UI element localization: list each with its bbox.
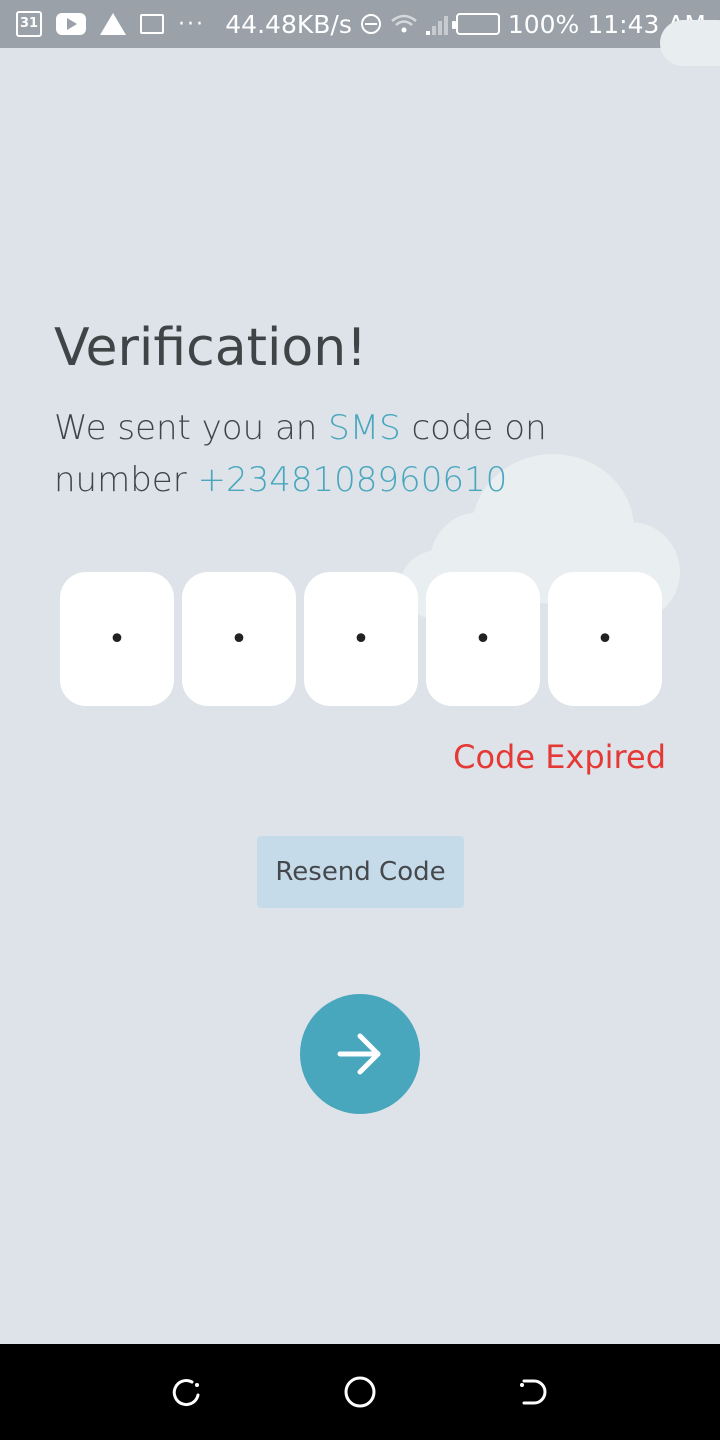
signal-icon <box>425 13 448 35</box>
sms-highlight: SMS <box>328 408 401 448</box>
status-bar-system: 44.48KB/s 100% 11:43 AM <box>225 10 706 39</box>
code-digit-4[interactable] <box>426 572 540 706</box>
phone-number: +2348108960610 <box>197 460 508 500</box>
cast-icon <box>140 14 164 34</box>
recent-apps-icon <box>172 1379 200 1407</box>
arrow-right-icon <box>337 1033 381 1075</box>
warning-icon <box>100 13 126 35</box>
verification-message: We sent you an SMS code on number +23481… <box>54 402 614 506</box>
battery-level: 100% <box>507 9 580 39</box>
status-bar-notifications: 31 ··· <box>16 9 205 39</box>
back-icon <box>520 1379 547 1405</box>
network-speed: 44.48KB/s <box>225 9 352 39</box>
navigation-bar <box>0 1344 720 1440</box>
home-button[interactable] <box>340 1372 380 1412</box>
code-digit-1[interactable] <box>60 572 174 706</box>
calendar-icon: 31 <box>16 11 42 37</box>
data-saver-icon <box>360 14 381 34</box>
youtube-icon <box>56 13 86 35</box>
code-digit-5[interactable] <box>548 572 662 706</box>
code-expired-message: Code Expired <box>453 738 666 776</box>
message-text-1: We sent you an <box>54 408 329 448</box>
code-digit-3[interactable] <box>304 572 418 706</box>
next-button[interactable] <box>300 994 420 1114</box>
cloud-decoration-top <box>660 20 720 66</box>
wifi-icon <box>391 14 417 33</box>
code-input-row <box>60 572 662 706</box>
home-icon <box>344 1376 376 1408</box>
recent-apps-button[interactable] <box>167 1372 207 1412</box>
battery-icon <box>451 13 500 35</box>
back-button[interactable] <box>513 1372 553 1412</box>
more-icon: ··· <box>178 11 205 37</box>
resend-code-button[interactable]: Resend Code <box>257 836 464 908</box>
status-bar: 31 ··· 44.48KB/s 100% 11:43 AM <box>0 0 720 48</box>
code-digit-2[interactable] <box>182 572 296 706</box>
page-title: Verification! <box>54 318 368 378</box>
